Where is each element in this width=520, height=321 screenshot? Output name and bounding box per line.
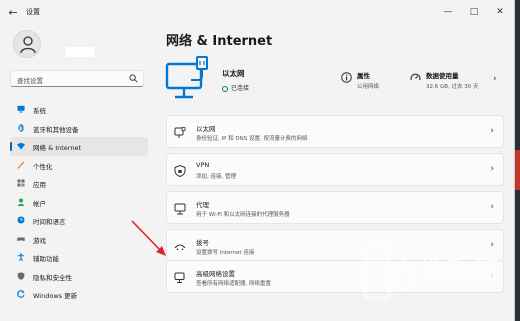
info-icon xyxy=(341,72,352,83)
sidebar-nav: 系统 蓝牙和其他设备 网络 & Internet 个性化 应用 帐户 时间和语言 xyxy=(10,100,148,304)
sidebar-item-label: 帐户 xyxy=(33,199,46,208)
search-input[interactable]: 查找设置 xyxy=(10,70,144,87)
vpn-shield-icon xyxy=(174,165,186,177)
gauge-icon xyxy=(410,73,421,81)
watermark-text: 大地系统 xyxy=(392,256,501,286)
properties-title: 属性 xyxy=(357,72,370,80)
close-icon[interactable]: ✕ xyxy=(490,4,510,20)
shield-icon xyxy=(17,271,25,280)
sidebar-item-label: 游戏 xyxy=(33,236,46,245)
minimize-icon[interactable]: — xyxy=(438,4,458,20)
card-title: VPN xyxy=(196,161,210,169)
search-placeholder: 查找设置 xyxy=(17,77,43,85)
sidebar-item-system[interactable]: 系统 xyxy=(10,100,148,119)
sidebar-item-bluetooth[interactable]: 蓝牙和其他设备 xyxy=(10,119,148,138)
connected-icon xyxy=(222,85,228,92)
card-title: 以太网 xyxy=(196,125,216,133)
search-icon[interactable] xyxy=(129,74,138,83)
connection-status-text: 已连接 xyxy=(231,85,250,92)
sidebar-item-label: 辅助功能 xyxy=(33,255,59,263)
apps-icon xyxy=(17,179,25,187)
sidebar-item-label: 个性化 xyxy=(33,162,53,171)
background-fragment xyxy=(515,150,520,190)
gamepad-icon xyxy=(17,237,25,241)
sidebar-item-apps[interactable]: 应用 xyxy=(10,174,148,193)
dialup-icon xyxy=(174,244,186,250)
card-subtitle: 身份验证, IP 和 DNS 设置, 按流量计费的网络 xyxy=(196,136,308,142)
sidebar-item-label: 系统 xyxy=(33,107,46,115)
proxy-icon xyxy=(174,203,186,215)
sidebar-item-label: 应用 xyxy=(33,181,46,189)
monitor-icon xyxy=(17,105,25,113)
data-usage-link[interactable]: 数据使用量 32.6 GB, 过去 30 天 xyxy=(410,70,502,92)
accessibility-icon xyxy=(17,253,25,261)
username-redacted xyxy=(66,47,94,57)
chevron-right-icon: › xyxy=(490,202,494,212)
card-title: 拨号 xyxy=(196,239,209,247)
account-icon xyxy=(17,198,25,206)
sidebar-item-label: 蓝牙和其他设备 xyxy=(33,125,79,134)
window-title: 设置 xyxy=(26,8,40,16)
maximize-icon[interactable]: □ xyxy=(464,4,484,20)
advanced-network-icon xyxy=(174,272,185,283)
sidebar-item-time-language[interactable]: 时间和语言 xyxy=(10,211,148,230)
sidebar-item-accounts[interactable]: 帐户 xyxy=(10,193,148,212)
update-icon xyxy=(17,290,25,298)
sidebar-item-personalization[interactable]: 个性化 xyxy=(10,156,148,175)
card-subtitle: 用于 Wi-Fi 和以太网连接的代理服务器 xyxy=(196,212,290,218)
sidebar-item-gaming[interactable]: 游戏 xyxy=(10,230,148,249)
sidebar-item-label: 隐私和安全性 xyxy=(33,273,72,282)
properties-link[interactable]: 属性 公用网络 xyxy=(341,70,411,92)
card-subtitle: 查看所有网络适配器, 网络重置 xyxy=(196,281,271,287)
watermark-logo xyxy=(363,242,391,300)
avatar[interactable] xyxy=(13,30,41,58)
user-icon xyxy=(20,36,36,54)
proxy-card[interactable]: 代理 用于 Wi-Fi 和以太网连接的代理服务器 › xyxy=(166,191,504,224)
sidebar-item-windows-update[interactable]: Windows 更新 xyxy=(10,285,148,304)
chevron-right-icon: › xyxy=(490,240,494,250)
properties-subtitle: 公用网络 xyxy=(357,84,380,90)
ethernet-icon xyxy=(174,127,186,138)
wifi-icon xyxy=(17,143,25,150)
chevron-right-icon[interactable]: › xyxy=(493,74,497,84)
sidebar-item-accessibility[interactable]: 辅助功能 xyxy=(10,248,148,267)
data-usage-subtitle: 32.6 GB, 过去 30 天 xyxy=(426,84,479,90)
chevron-right-icon: › xyxy=(490,164,494,174)
sidebar-item-network[interactable]: 网络 & Internet xyxy=(10,137,148,156)
ethernet-card[interactable]: 以太网 身份验证, IP 和 DNS 设置, 按流量计费的网络 › xyxy=(166,115,504,148)
ethernet-monitor-icon xyxy=(165,56,208,99)
connection-name: 以太网 xyxy=(222,69,245,78)
vpn-card[interactable]: VPN 添加, 连接, 管理 › xyxy=(166,153,504,186)
background-desktop xyxy=(515,0,520,321)
data-usage-title: 数据使用量 xyxy=(426,72,459,80)
card-subtitle: 设置拨号 Internet 连接 xyxy=(196,250,255,256)
connection-status: 已连接 xyxy=(222,83,249,92)
bluetooth-icon xyxy=(18,123,24,132)
sidebar-item-label: Windows 更新 xyxy=(33,292,78,300)
page-title: 网络 & Internet xyxy=(166,34,273,49)
watermark-url: DadiGhost.com xyxy=(392,284,470,294)
card-title: 代理 xyxy=(196,201,209,209)
card-title: 高级网络设置 xyxy=(196,270,235,278)
sidebar-item-label: 网络 & Internet xyxy=(33,144,82,152)
sidebar-item-label: 时间和语言 xyxy=(33,218,66,226)
title-bar: ← 设置 — □ ✕ xyxy=(0,0,515,26)
clock-globe-icon xyxy=(17,216,25,224)
back-arrow-icon[interactable]: ← xyxy=(6,6,20,20)
card-subtitle: 添加, 连接, 管理 xyxy=(196,174,236,180)
brush-icon xyxy=(17,161,25,169)
sidebar-item-privacy[interactable]: 隐私和安全性 xyxy=(10,267,148,286)
chevron-right-icon: › xyxy=(490,126,494,136)
